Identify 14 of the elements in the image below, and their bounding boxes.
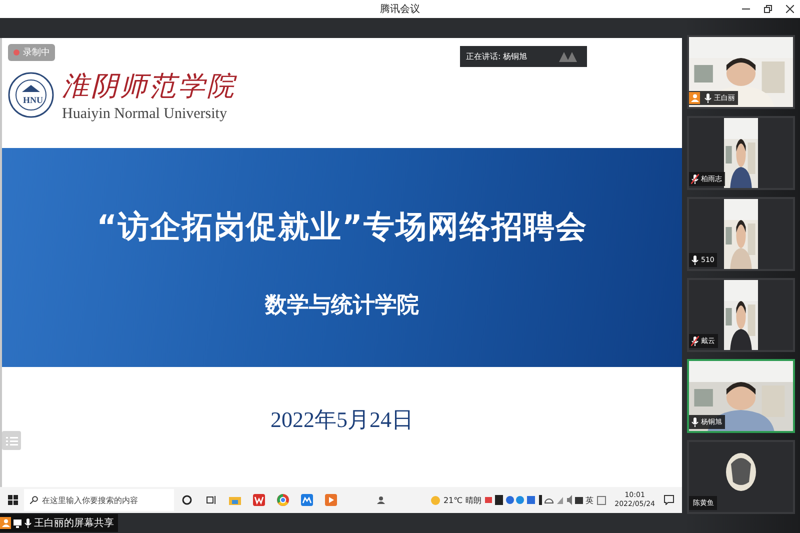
input-language[interactable]: 英	[586, 494, 594, 506]
window-title: 腾讯会议	[380, 2, 420, 16]
logo-text: HNU	[23, 95, 43, 105]
taskbar-search-field[interactable]: 在这里输入你要搜索的内容	[24, 489, 174, 511]
recording-badge: 录制中	[8, 44, 55, 61]
weather-condition: 晴朗	[466, 494, 482, 506]
university-name-chinese: 淮阴师范学院	[62, 70, 236, 104]
slide-title: “访企拓岗促就业”专场网络招聘会	[96, 208, 588, 246]
university-name-english: Huaiyin Normal University	[62, 106, 228, 122]
share-owner-text: 王白丽的屏幕共享	[34, 516, 114, 530]
weather-temperature: 21℃	[443, 496, 463, 504]
slide-date: 2022年5月24日	[270, 406, 414, 433]
slide-subtitle: 数学与统计学院	[265, 292, 419, 320]
speaker-label: 正在讲话: 杨铜旭	[466, 51, 528, 62]
